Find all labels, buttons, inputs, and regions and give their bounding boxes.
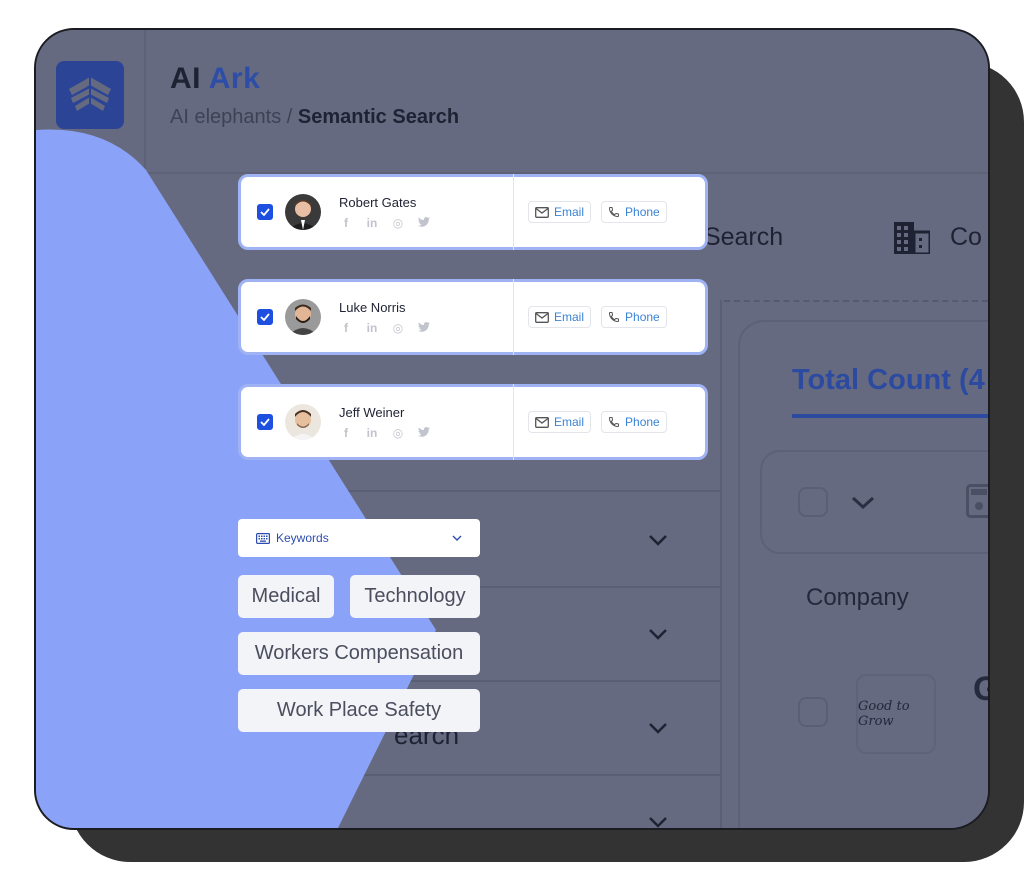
contact-card[interactable]: Jeff Weiner f in ◎ Email Phone: [238, 384, 708, 460]
company-logo: Good to Grow: [856, 674, 936, 754]
company-column-header: Company: [806, 584, 909, 611]
twitter-icon[interactable]: [417, 321, 431, 335]
contact-name: Luke Norris: [339, 299, 406, 315]
email-label: Email: [554, 415, 585, 429]
filter-row-divider: [146, 680, 720, 682]
phone-button[interactable]: Phone: [601, 411, 667, 433]
breadcrumb-parent[interactable]: AI elephants /: [170, 106, 292, 128]
filter-row-divider: [146, 490, 720, 492]
mail-icon: [535, 416, 549, 428]
mail-icon: [535, 311, 549, 323]
contact-checkbox[interactable]: [257, 309, 273, 325]
brand-title: AI Ark: [170, 62, 260, 96]
tab-divider: [724, 300, 988, 302]
contact-checkbox[interactable]: [257, 414, 273, 430]
mail-icon: [535, 206, 549, 218]
contact-card[interactable]: Luke Norris f in ◎ Email Phone: [238, 279, 708, 355]
keyword-tag[interactable]: Workers Compensation: [238, 632, 480, 675]
select-all-checkbox[interactable]: [798, 487, 828, 517]
contact-name: Robert Gates: [339, 194, 417, 210]
phone-button[interactable]: Phone: [601, 201, 667, 223]
phone-icon: [609, 417, 620, 428]
chevron-down-icon[interactable]: [648, 816, 668, 828]
row-checkbox[interactable]: [798, 697, 828, 727]
tab-company[interactable]: Co: [950, 223, 982, 252]
checkmark-icon: [260, 313, 270, 321]
avatar: [285, 299, 321, 335]
app-frame: AI Ark AI elephants / Semantic Search ti…: [34, 28, 990, 830]
email-button[interactable]: Email: [528, 306, 592, 328]
keyboard-icon: [256, 532, 270, 544]
filter-row-divider: [146, 774, 720, 776]
phone-label: Phone: [625, 310, 660, 324]
phone-icon: [609, 207, 620, 218]
facebook-icon[interactable]: f: [339, 321, 353, 335]
brand-accent: Ark: [208, 62, 261, 95]
instagram-icon[interactable]: ◎: [391, 321, 405, 335]
facebook-icon[interactable]: f: [339, 216, 353, 230]
card-divider: [513, 279, 514, 355]
keywords-select-label: Keywords: [276, 531, 329, 545]
linkedin-icon[interactable]: in: [365, 321, 379, 335]
twitter-icon[interactable]: [417, 426, 431, 440]
phone-label: Phone: [625, 205, 660, 219]
ark-logo-icon[interactable]: [56, 61, 124, 129]
checkmark-icon: [260, 418, 270, 426]
linkedin-icon[interactable]: in: [365, 426, 379, 440]
phone-icon: [609, 312, 620, 323]
chevron-down-icon: [452, 535, 462, 541]
phone-button[interactable]: Phone: [601, 306, 667, 328]
card-divider: [513, 174, 514, 250]
chevron-down-icon[interactable]: [648, 628, 668, 640]
keyword-tag[interactable]: Work Place Safety: [238, 689, 480, 732]
contact-checkbox[interactable]: [257, 204, 273, 220]
phone-label: Phone: [625, 415, 660, 429]
chevron-down-icon[interactable]: [648, 534, 668, 546]
contact-name: Jeff Weiner: [339, 404, 405, 420]
brand-primary: AI: [170, 62, 201, 95]
sidebar-divider: [144, 30, 146, 170]
facebook-icon[interactable]: f: [339, 426, 353, 440]
avatar: [285, 194, 321, 230]
email-button[interactable]: Email: [528, 201, 592, 223]
contact-card[interactable]: Robert Gates f in ◎ Email Phone: [238, 174, 708, 250]
breadcrumb: AI elephants / Semantic Search: [170, 106, 459, 129]
instagram-icon[interactable]: ◎: [391, 426, 405, 440]
keywords-select[interactable]: Keywords: [238, 519, 480, 557]
total-count-tab[interactable]: Total Count (4: [792, 364, 985, 397]
linkedin-icon[interactable]: in: [365, 216, 379, 230]
chevron-down-icon[interactable]: [851, 496, 875, 510]
results-toolbar: [760, 450, 988, 554]
active-tab-underline: [792, 414, 988, 418]
email-button[interactable]: Email: [528, 411, 592, 433]
column-divider: [720, 300, 722, 828]
email-label: Email: [554, 205, 585, 219]
chevron-down-icon[interactable]: [648, 722, 668, 734]
avatar: [285, 404, 321, 440]
keyword-tag[interactable]: Medical: [238, 575, 334, 618]
save-icon[interactable]: [966, 484, 990, 518]
keyword-tag[interactable]: Technology: [350, 575, 480, 618]
email-label: Email: [554, 310, 585, 324]
checkmark-icon: [260, 208, 270, 216]
twitter-icon[interactable]: [417, 216, 431, 230]
card-divider: [513, 384, 514, 460]
building-icon: [894, 222, 932, 259]
instagram-icon[interactable]: ◎: [391, 216, 405, 230]
company-name[interactable]: G: [973, 670, 988, 709]
breadcrumb-current: Semantic Search: [297, 106, 460, 128]
